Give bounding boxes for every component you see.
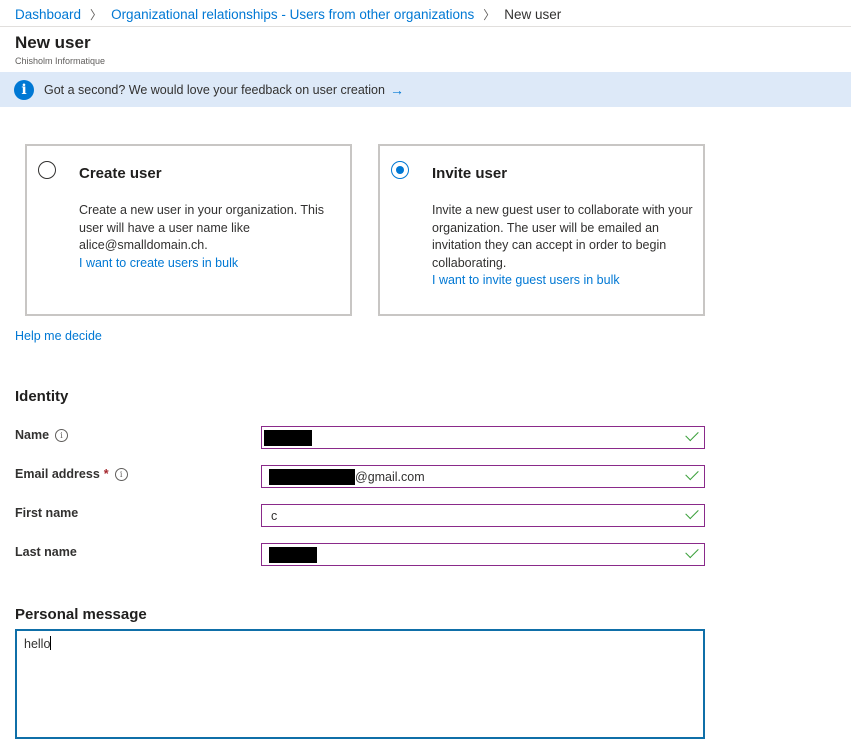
invite-user-option[interactable]: Invite user Invite a new guest user to c… (378, 144, 705, 316)
email-field-domain: @gmail.com (355, 469, 425, 484)
info-icon[interactable]: i (55, 428, 69, 442)
breadcrumb-dashboard-link[interactable]: Dashboard (15, 7, 81, 22)
header-divider (0, 26, 851, 27)
personal-message-content: hello (24, 636, 52, 651)
arrow-right-icon[interactable]: → (390, 82, 404, 98)
redacted-block (269, 546, 317, 563)
email-label-text: Email address (15, 467, 100, 481)
check-icon (685, 505, 699, 520)
feedback-banner[interactable]: i Got a second? We would love your feedb… (0, 72, 851, 107)
info-icon: i (14, 79, 34, 100)
create-user-description: Create a new user in your organization. … (79, 203, 325, 252)
feedback-banner-text[interactable]: Got a second? We would love your feedbac… (44, 83, 385, 97)
required-indicator: * (103, 467, 109, 481)
name-field[interactable] (261, 426, 705, 449)
breadcrumb-org-relationships-link[interactable]: Organizational relationships - Users fro… (111, 7, 474, 22)
identity-section-title: Identity (15, 388, 69, 405)
invite-user-radio[interactable] (391, 161, 409, 179)
info-icon[interactable]: i (114, 467, 128, 481)
personal-message-textarea[interactable]: hello (15, 629, 705, 739)
create-user-title: Create user (79, 165, 162, 182)
first-name-value: c (271, 508, 278, 523)
personal-message-value: hello (24, 637, 51, 651)
create-user-radio[interactable] (38, 161, 56, 179)
email-label: Email address * i (15, 467, 128, 481)
check-icon (685, 427, 699, 442)
chevron-right-icon: 〉 (483, 7, 496, 22)
create-user-option[interactable]: Create user Create a new user in your or… (25, 144, 352, 316)
create-user-description-block: Create a new user in your organization. … (79, 202, 341, 272)
invite-guests-bulk-link[interactable]: I want to invite guest users in bulk (432, 272, 694, 290)
create-users-bulk-link[interactable]: I want to create users in bulk (79, 255, 341, 273)
last-name-label: Last name (15, 545, 77, 559)
redacted-block (269, 468, 355, 485)
first-name-label: First name (15, 506, 78, 520)
personal-message-title: Personal message (15, 606, 147, 623)
breadcrumb-current: New user (504, 6, 562, 22)
chevron-right-icon: 〉 (90, 7, 103, 22)
last-name-field[interactable] (261, 543, 705, 566)
last-name-label-text: Last name (15, 545, 77, 559)
name-label: Name i (15, 428, 69, 442)
first-name-field[interactable]: c (261, 504, 705, 527)
first-name-label-text: First name (15, 506, 79, 520)
invite-user-description-block: Invite a new guest user to collaborate w… (432, 202, 694, 290)
help-me-decide-link[interactable]: Help me decide (15, 329, 102, 343)
invite-user-title: Invite user (432, 165, 508, 182)
redacted-block (264, 429, 312, 446)
page-subtitle: Chisholm Informatique (15, 56, 106, 66)
text-cursor (50, 636, 52, 650)
invite-user-description: Invite a new guest user to collaborate w… (432, 203, 693, 270)
email-field[interactable]: @gmail.com (261, 465, 705, 488)
check-icon (685, 544, 699, 559)
check-icon (685, 466, 699, 481)
name-label-text: Name (15, 428, 50, 442)
breadcrumb: Dashboard 〉 Organizational relationships… (15, 5, 561, 23)
page-title: New user (15, 33, 91, 52)
